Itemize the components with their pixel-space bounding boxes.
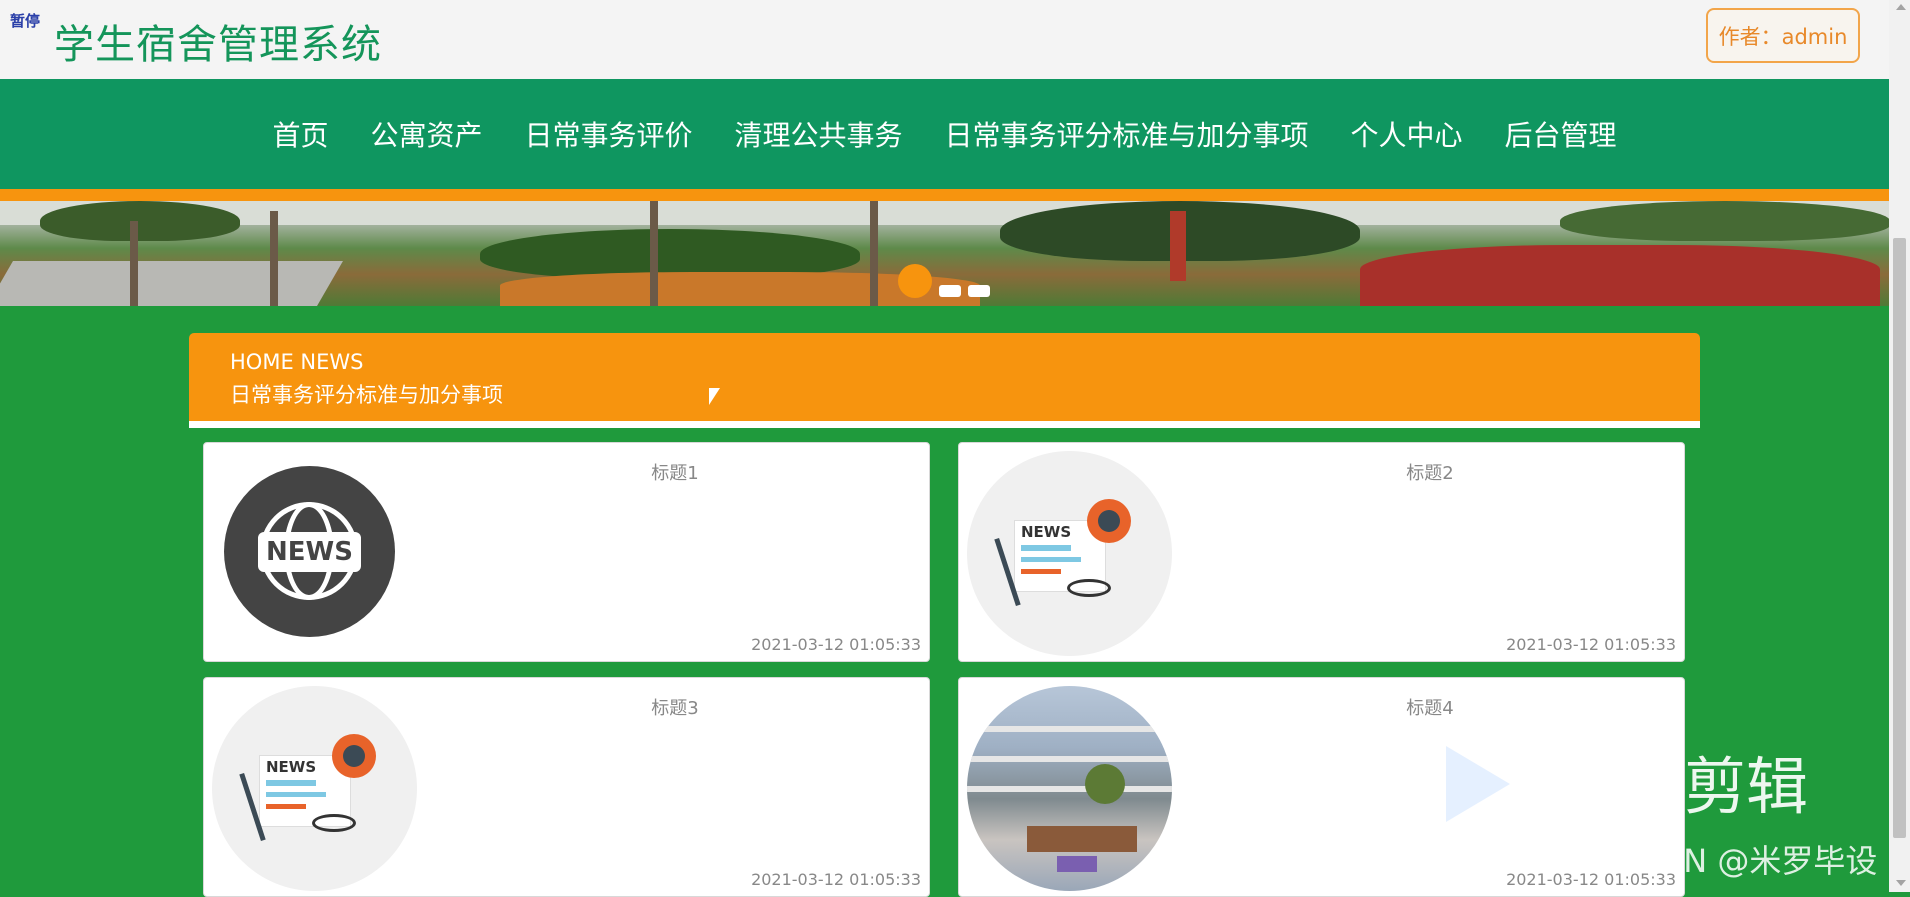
courtyard-tree: [1085, 764, 1125, 804]
nav-item-home[interactable]: 首页: [251, 114, 349, 154]
news-card-title[interactable]: 标题3: [204, 694, 929, 720]
nav-item-scoring-standards[interactable]: 日常事务评分标准与加分事项: [924, 114, 1330, 154]
nav-item-personal-center[interactable]: 个人中心: [1330, 114, 1484, 154]
scroll-up-icon[interactable]: [1896, 4, 1906, 10]
nav-accent-bar: [0, 189, 1889, 201]
banner-tree: [1560, 201, 1889, 241]
banner-flowerbed: [1360, 245, 1880, 306]
news-card-date: 2021-03-12 01:05:33: [751, 870, 921, 889]
newspaper-line: [266, 792, 326, 797]
banner-trunk: [130, 221, 138, 306]
news-card-title[interactable]: 标题1: [204, 459, 929, 485]
carousel-dot-active[interactable]: [898, 264, 932, 298]
nav-item-clean-public-affairs[interactable]: 清理公共事务: [713, 114, 923, 154]
news-heading-en: HOME NEWS: [230, 350, 364, 374]
banner-trunk: [270, 211, 278, 306]
courtyard-tile: [1057, 856, 1097, 872]
top-header: 暂停 学生宿舍管理系统 作者：admin: [0, 0, 1889, 79]
news-section-header: HOME NEWS 日常事务评分标准与加分事项: [189, 333, 1700, 421]
news-card[interactable]: 标题4 2021-03-12 01:05:33: [958, 677, 1685, 897]
banner-trunk: [650, 201, 658, 306]
coffee-mug: [1087, 499, 1131, 543]
carousel-dot[interactable]: [968, 285, 990, 297]
clip-watermark: 剪辑: [1684, 750, 1809, 823]
glasses: [312, 814, 356, 832]
news-header-underline: [189, 421, 1700, 428]
banner-trash-bin: [1170, 211, 1186, 281]
news-card-title[interactable]: 标题4: [959, 694, 1684, 720]
news-label: NEWS: [258, 532, 361, 572]
news-card[interactable]: NEWS 标题3 2021-03-12 01:05:33: [203, 677, 930, 897]
banner-trunk: [870, 201, 878, 306]
newspaper-line: [1021, 557, 1081, 562]
scroll-down-icon[interactable]: [1896, 880, 1906, 886]
newspaper-line: [1021, 545, 1071, 551]
building-floor: [967, 786, 1172, 792]
author-button[interactable]: 作者：admin: [1706, 8, 1860, 63]
building-floor: [967, 756, 1172, 762]
news-globe-icon: NEWS: [224, 466, 395, 637]
main-nav: 首页 公寓资产 日常事务评价 清理公共事务 日常事务评分标准与加分事项 个人中心…: [0, 79, 1889, 189]
mouse-cursor-icon: [709, 388, 720, 405]
play-icon: [1446, 746, 1510, 822]
nav-items: 首页 公寓资产 日常事务评价 清理公共事务 日常事务评分标准与加分事项 个人中心…: [0, 79, 1889, 189]
news-card-date: 2021-03-12 01:05:33: [751, 635, 921, 654]
carousel-dot[interactable]: [939, 285, 961, 297]
site-title: 学生宿舍管理系统: [54, 22, 382, 68]
newspaper-line: [266, 804, 306, 809]
csdn-watermark: CSDN @米罗毕设: [1616, 842, 1878, 880]
news-card-date: 2021-03-12 01:05:33: [1506, 635, 1676, 654]
banner-path: [0, 261, 343, 306]
nav-item-apartment-assets[interactable]: 公寓资产: [349, 114, 503, 154]
courtyard-platform: [1027, 826, 1137, 852]
newspaper-line: [266, 780, 316, 786]
building-floor: [967, 726, 1172, 732]
news-heading-zh: 日常事务评分标准与加分事项: [230, 383, 503, 407]
news-card[interactable]: NEWS 标题2 2021-03-12 01:05:33: [958, 442, 1685, 662]
nav-item-admin[interactable]: 后台管理: [1484, 114, 1638, 154]
newspaper-heading: NEWS: [1021, 523, 1072, 541]
pause-tag: 暂停: [10, 12, 41, 30]
news-card[interactable]: NEWS 标题1 2021-03-12 01:05:33: [203, 442, 930, 662]
glasses: [1067, 579, 1111, 597]
coffee-mug: [332, 734, 376, 778]
newspaper-line: [1021, 569, 1061, 574]
news-card-title[interactable]: 标题2: [959, 459, 1684, 485]
scrollbar-thumb[interactable]: [1893, 238, 1906, 838]
banner-tree: [40, 201, 240, 241]
newspaper-heading: NEWS: [266, 758, 317, 776]
nav-item-daily-affairs-evaluation[interactable]: 日常事务评价: [503, 114, 713, 154]
